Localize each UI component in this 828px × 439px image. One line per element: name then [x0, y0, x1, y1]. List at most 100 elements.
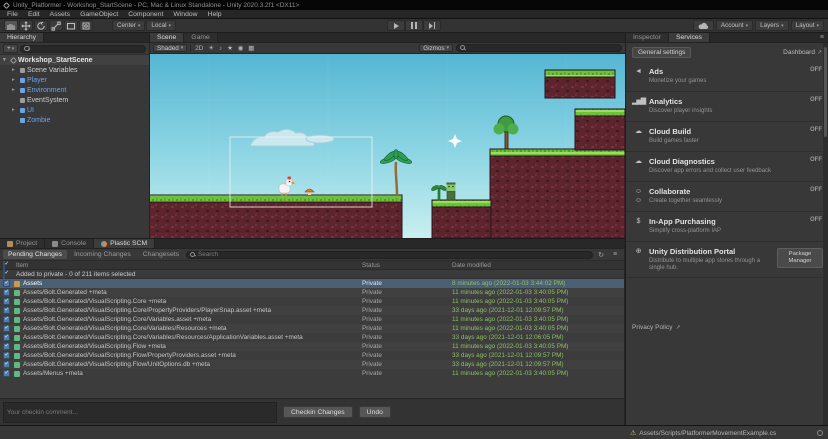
checkin-comment-input[interactable] — [3, 401, 277, 423]
menu-item[interactable]: Edit — [23, 11, 45, 18]
menu-item[interactable]: Help — [203, 11, 227, 18]
service-item-udp[interactable]: ⊕ Unity Distribution Portal Distribute t… — [626, 242, 828, 279]
service-item[interactable]: ☺☺ Collaborate Create together seamlessl… — [626, 182, 828, 212]
pivot-toggle[interactable]: Center ▾ — [112, 20, 146, 31]
table-row[interactable]: Assets/Bolt.Generated/VisualScripting.Co… — [0, 297, 624, 306]
table-row[interactable]: Assets/Bolt.Generated/VisualScripting.Co… — [0, 306, 624, 315]
plastic-subtab[interactable]: Pending Changes — [3, 250, 68, 259]
menu-item[interactable]: Assets — [45, 11, 75, 18]
2d-toggle[interactable]: 2D — [194, 45, 204, 52]
pause-button[interactable] — [405, 20, 423, 31]
create-object-button[interactable]: + ▾ — [3, 44, 19, 53]
dashboard-link[interactable]: Dashboard ↗ — [783, 49, 822, 56]
scene-search[interactable] — [456, 44, 623, 52]
row-checkbox[interactable] — [3, 289, 10, 296]
menu-item[interactable]: Component — [123, 11, 168, 18]
hierarchy-item[interactable]: ▸ Player — [0, 75, 149, 85]
visibility-toggle[interactable]: ◉ — [237, 45, 245, 52]
table-row[interactable]: Assets/Bolt.Generated/VisualScripting.Fl… — [0, 360, 624, 369]
row-checkbox[interactable] — [3, 334, 10, 341]
account-dropdown[interactable]: Account ▾ — [715, 20, 754, 31]
effects-toggle[interactable]: ★ — [226, 45, 234, 52]
play-button[interactable] — [387, 20, 405, 31]
row-checkbox[interactable] — [3, 343, 10, 350]
hierarchy-search-input[interactable] — [32, 45, 142, 52]
table-row[interactable]: Assets/Bolt.Generated/VisualScripting.Co… — [0, 324, 624, 333]
table-row[interactable]: Assets/Bolt.Generated +meta Private 11 m… — [0, 288, 624, 297]
terrain-ledge[interactable] — [431, 199, 492, 238]
service-item[interactable]: $ In-App Purchasing Simplify cross-platf… — [626, 212, 828, 242]
layers-dropdown[interactable]: Layers ▾ — [755, 20, 789, 31]
menu-item[interactable]: File — [2, 11, 23, 18]
plastic-subtab[interactable]: Changesets — [138, 250, 184, 259]
scale-tool-button[interactable] — [49, 20, 63, 31]
group-row[interactable]: Added to private - 0 of 211 items select… — [0, 269, 624, 279]
table-row[interactable]: Assets/Bolt.Generated/VisualScripting.Co… — [0, 333, 624, 342]
table-row[interactable]: Assets/Bolt.Generated/VisualScripting.Co… — [0, 315, 624, 324]
hierarchy-item[interactable]: ▸ Environment — [0, 85, 149, 95]
tab-game[interactable]: Game — [184, 33, 218, 42]
floating-island[interactable] — [544, 69, 616, 99]
services-scrollbar[interactable] — [823, 43, 828, 425]
plastic-search-input[interactable] — [198, 251, 589, 258]
cloud-collab-button[interactable] — [692, 20, 714, 31]
hierarchy-search[interactable] — [20, 44, 146, 53]
audio-toggle[interactable]: ♪ — [218, 45, 223, 52]
tab-services[interactable]: Services — [668, 33, 711, 42]
row-checkbox[interactable] — [3, 370, 10, 377]
rect-tool-button[interactable] — [64, 20, 78, 31]
plastic-subtab[interactable]: Incoming Changes — [69, 250, 136, 259]
select-all-checkbox[interactable] — [3, 260, 5, 270]
hierarchy-item[interactable]: Zombie — [0, 115, 149, 125]
scene-search-input[interactable] — [468, 44, 619, 52]
row-checkbox[interactable] — [3, 325, 10, 332]
row-checkbox[interactable] — [3, 307, 10, 314]
lighting-toggle[interactable]: ☀ — [207, 45, 215, 52]
table-row[interactable]: Assets/Bolt.Generated/VisualScripting.Fl… — [0, 351, 624, 360]
row-checkbox[interactable] — [3, 352, 10, 359]
privacy-policy-link[interactable]: Privacy Policy ↗ — [626, 320, 828, 335]
plastic-search[interactable] — [186, 250, 593, 259]
tab-console[interactable]: Console — [45, 239, 95, 248]
transform-tool-button[interactable] — [79, 20, 93, 31]
service-item[interactable]: ◄ Ads Monetize your games OFF — [626, 62, 828, 92]
scene-viewport[interactable] — [150, 54, 625, 238]
table-row[interactable]: Assets/Menus +meta Private 11 minutes ag… — [0, 369, 624, 378]
move-tool-button[interactable] — [19, 20, 33, 31]
table-row[interactable]: Assets/Bolt.Generated/VisualScripting.Fl… — [0, 342, 624, 351]
refresh-icon[interactable]: ↻ — [595, 251, 607, 259]
hierarchy-item[interactable]: ▸ Scene Variables — [0, 65, 149, 75]
column-item[interactable]: Item — [16, 262, 362, 269]
menu-item[interactable]: Window — [168, 11, 202, 18]
terrain-plateau[interactable] — [489, 148, 625, 238]
status-message[interactable]: ⚠ Assets/Scripts/PlatformerMovementExamp… — [630, 429, 776, 438]
scene-canvas[interactable] — [150, 54, 625, 238]
terrain-ground[interactable] — [150, 194, 403, 238]
options-menu-icon[interactable]: ≡ — [609, 251, 621, 258]
service-item[interactable]: ☁ Cloud Diagnostics Discover app errors … — [626, 152, 828, 182]
column-status[interactable]: Status — [362, 262, 452, 269]
hierarchy-item[interactable]: EventSystem — [0, 95, 149, 105]
tab-hierarchy[interactable]: Hierarchy — [0, 33, 45, 42]
row-checkbox[interactable] — [3, 298, 10, 305]
layout-dropdown[interactable]: Layout ▾ — [790, 20, 824, 31]
step-button[interactable] — [423, 20, 441, 31]
tab-inspector[interactable]: Inspector — [626, 33, 669, 42]
zombie-character[interactable] — [446, 182, 456, 201]
service-item[interactable]: ☁ Cloud Build Build games faster OFF — [626, 122, 828, 152]
undo-button[interactable]: Undo — [358, 406, 391, 418]
hierarchy-item[interactable]: ▸ UI — [0, 105, 149, 115]
tab-scene[interactable]: Scene — [150, 33, 185, 42]
row-checkbox[interactable] — [3, 361, 10, 368]
panel-menu-icon[interactable]: ≡ — [820, 34, 824, 41]
service-item[interactable]: ▂▅▇ Analytics Discover player insights O… — [626, 92, 828, 122]
hand-tool-button[interactable] — [4, 20, 18, 31]
grid-toggle[interactable]: ▦ — [247, 45, 255, 52]
row-checkbox[interactable] — [3, 316, 10, 323]
tab-plastic-scm[interactable]: Plastic SCM — [94, 239, 156, 248]
column-date-modified[interactable]: Date modified — [452, 262, 624, 269]
package-manager-button[interactable]: Package Manager — [777, 248, 823, 268]
table-row[interactable]: Assets Private 8 minutes ago (2022-01-03… — [0, 279, 624, 288]
gizmos-dropdown[interactable]: Gizmos ▾ — [419, 43, 454, 53]
tab-project[interactable]: Project — [0, 239, 46, 248]
